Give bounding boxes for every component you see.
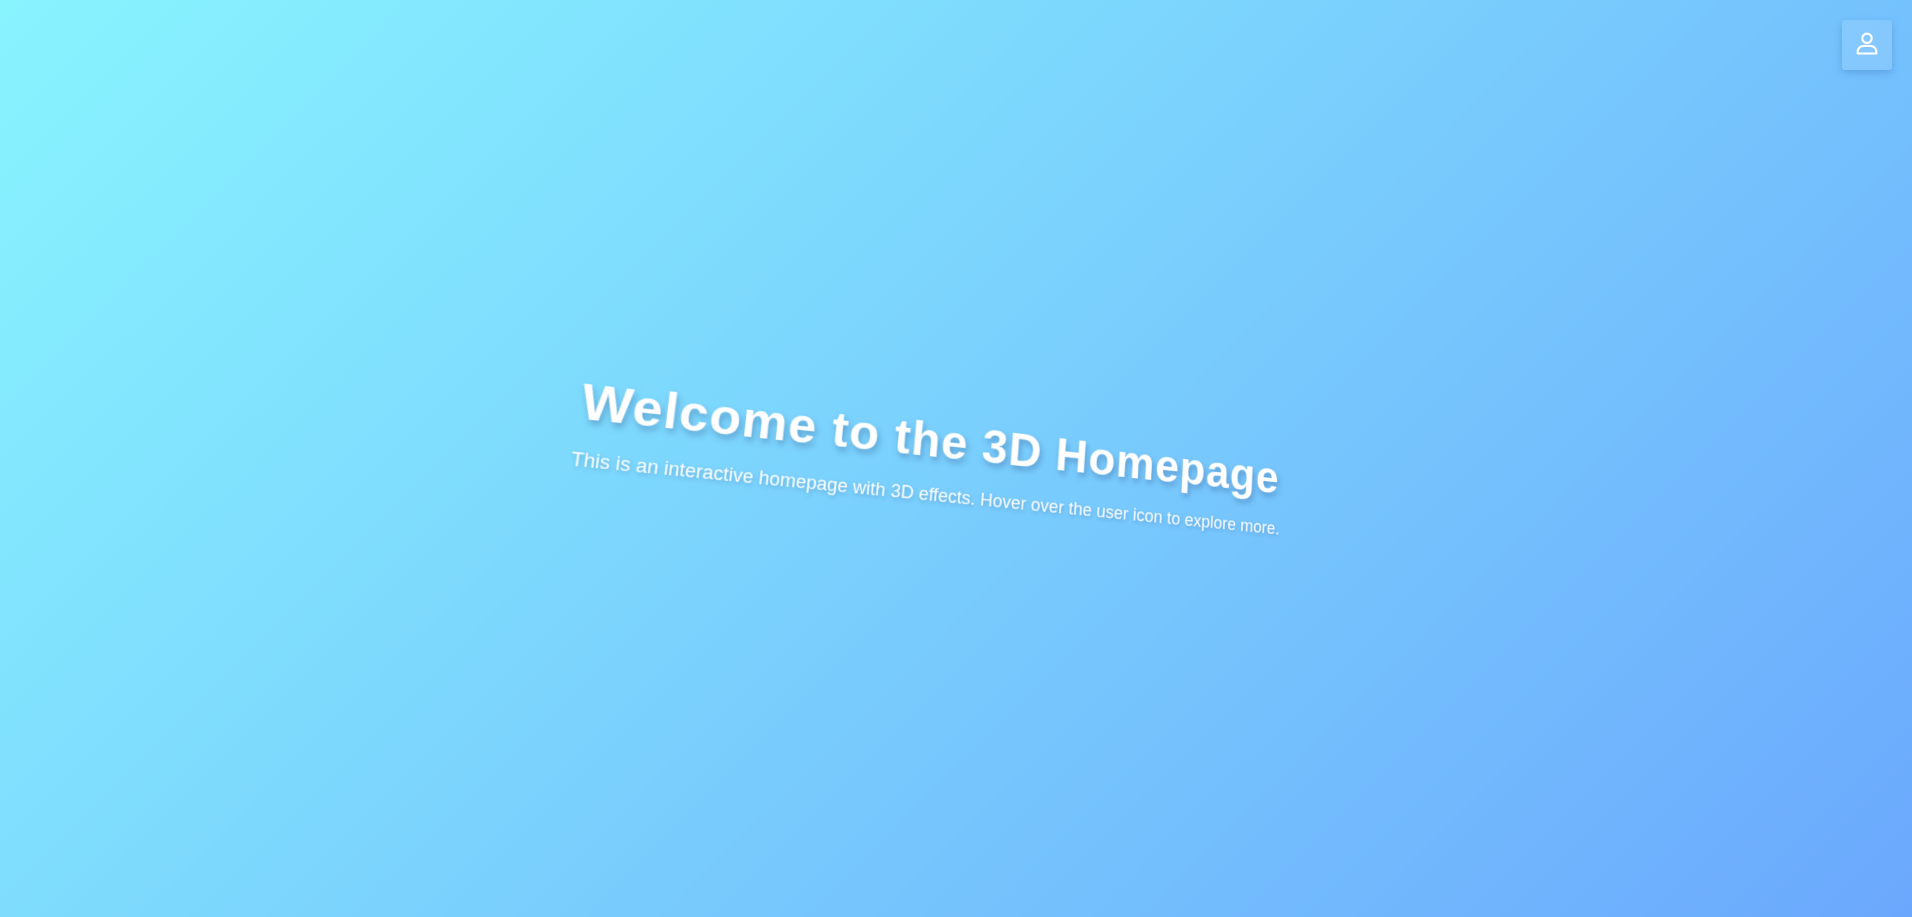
user-icon: [1853, 29, 1881, 62]
user-account-button[interactable]: [1842, 20, 1892, 70]
hero-section: Welcome to the 3D Homepage This is an in…: [462, 360, 1357, 546]
